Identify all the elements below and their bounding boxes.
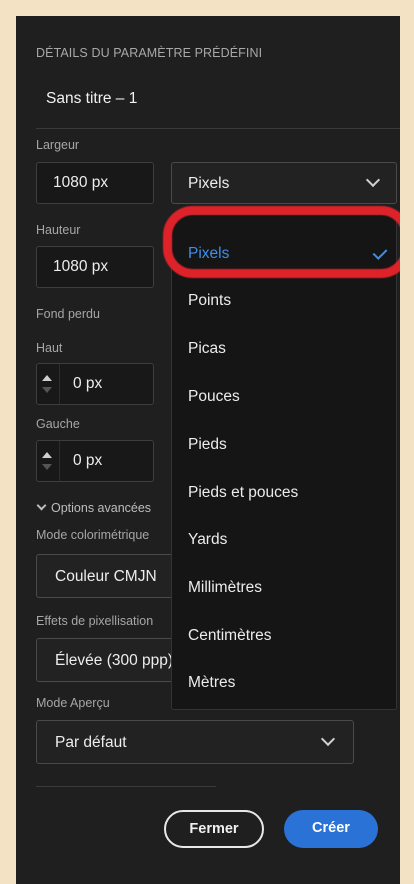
chevron-down-icon <box>320 731 336 747</box>
dropdown-option-picas[interactable]: Picas <box>188 340 226 358</box>
units-select-value: Pixels <box>188 175 230 192</box>
dropdown-option-yards[interactable]: Yards <box>188 531 227 549</box>
units-dropdown-menu[interactable]: Pixels Points Picas Pouces Pieds Pieds e… <box>171 214 397 710</box>
create-button[interactable]: Créer <box>284 810 378 848</box>
advanced-options-toggle[interactable]: Options avancées <box>36 500 152 515</box>
color-mode-label: Mode colorimétrique <box>36 528 150 542</box>
width-label: Largeur <box>36 138 80 152</box>
width-input[interactable]: 1080 px <box>36 162 154 204</box>
dropdown-option-centimetres[interactable]: Centimètres <box>188 627 272 645</box>
preview-mode-value: Par défaut <box>55 734 127 751</box>
bleed-left-value: 0 px <box>73 452 103 469</box>
annotation-highlight <box>163 206 400 278</box>
dropdown-option-points[interactable]: Points <box>188 292 231 310</box>
color-mode-value: Couleur CMJN <box>55 568 157 585</box>
dropdown-option-millimetres[interactable]: Millimètres <box>188 579 262 597</box>
divider <box>36 128 400 129</box>
bleed-top-label: Haut <box>36 341 63 355</box>
bleed-top-value: 0 px <box>73 375 103 392</box>
stepper-arrows-icon[interactable] <box>37 364 60 404</box>
new-document-panel: DÉTAILS DU PARAMÈTRE PRÉDÉFINI Sans titr… <box>16 16 400 884</box>
section-title: DÉTAILS DU PARAMÈTRE PRÉDÉFINI <box>36 46 263 60</box>
raster-effects-value: Élevée (300 ppp) <box>55 652 174 669</box>
dropdown-option-pieds[interactable]: Pieds <box>188 436 227 454</box>
dropdown-option-metres[interactable]: Mètres <box>188 674 235 692</box>
preview-mode-label: Mode Aperçu <box>36 696 110 710</box>
close-button[interactable]: Fermer <box>164 810 264 848</box>
bleed-top-stepper[interactable]: 0 px <box>36 363 154 405</box>
height-label: Hauteur <box>36 223 81 237</box>
raster-effects-label: Effets de pixellisation <box>36 614 154 628</box>
advanced-options-label: Options avancées <box>51 501 152 515</box>
stepper-arrows-icon[interactable] <box>37 441 60 481</box>
width-value: 1080 px <box>53 174 109 191</box>
height-value: 1080 px <box>53 258 109 275</box>
preset-name-field[interactable]: Sans titre – 1 <box>46 90 137 108</box>
chevron-down-icon <box>36 500 47 511</box>
height-input[interactable]: 1080 px <box>36 246 154 288</box>
dropdown-option-pieds-et-pouces[interactable]: Pieds et pouces <box>188 484 298 502</box>
preview-mode-select[interactable]: Par défaut <box>36 720 354 764</box>
divider <box>36 786 216 787</box>
bleed-left-label: Gauche <box>36 417 80 431</box>
bleed-label: Fond perdu <box>36 307 100 321</box>
bleed-left-stepper[interactable]: 0 px <box>36 440 154 482</box>
chevron-down-icon <box>365 172 381 188</box>
units-select[interactable]: Pixels <box>171 162 397 204</box>
dropdown-option-pouces[interactable]: Pouces <box>188 388 240 406</box>
